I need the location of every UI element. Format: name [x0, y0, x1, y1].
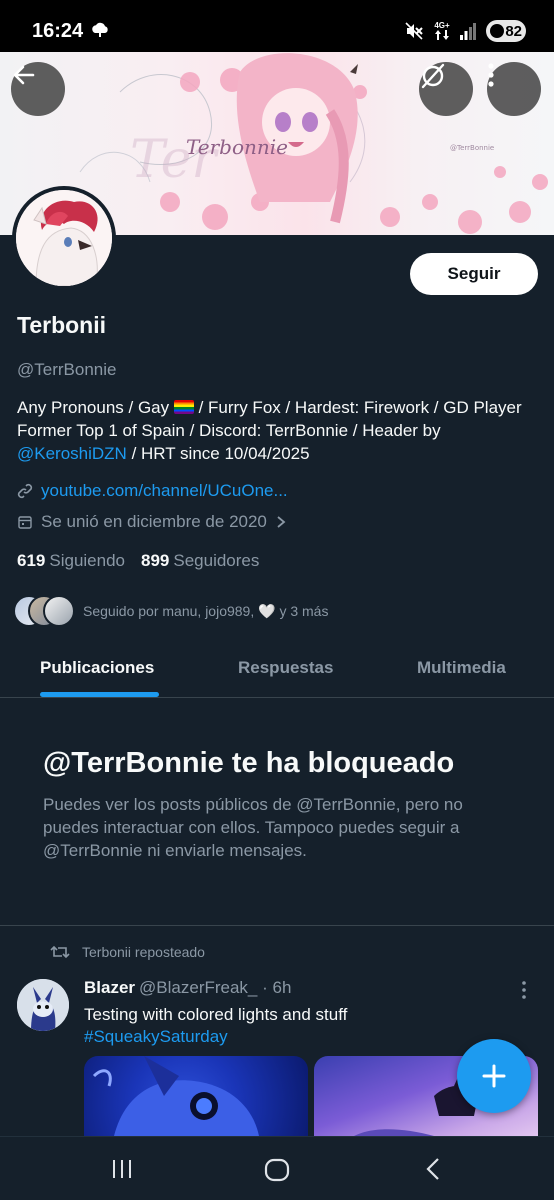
system-nav-bar [0, 1136, 554, 1200]
followed-by-text: Seguido por manu, jojo989, 🤍 y 3 más [83, 602, 329, 619]
repost-icon [50, 945, 70, 959]
battery-saver-icon [490, 24, 504, 38]
link-icon [17, 483, 33, 499]
tweet-time: · 6h [262, 978, 292, 997]
tweet-body: Testing with colored lights and stuff [84, 1005, 348, 1024]
grok-button[interactable] [419, 62, 473, 116]
profile-name: Terbonii [17, 312, 107, 338]
tweet-header: Blazer @BlazerFreak_ · 6h [84, 978, 291, 998]
followers-link[interactable]: 899 Seguidores [141, 551, 259, 571]
home-icon[interactable] [264, 1157, 290, 1183]
battery-icon: 82 [486, 20, 526, 42]
profile-avatar[interactable] [12, 186, 116, 290]
tab-media[interactable]: Multimedia [417, 658, 506, 678]
status-time: 16:24 [32, 20, 84, 42]
repost-label: Terbonii reposteado [82, 944, 205, 960]
more-vertical-icon [488, 63, 494, 87]
network-label: 4G+ [434, 21, 450, 30]
cloud-icon [92, 22, 108, 37]
joined-text: Se unió en diciembre de 2020 [41, 512, 267, 531]
profile-bio: Any Pronouns / Gay / Furry Fox / Hardest… [17, 396, 537, 465]
tweet-media-1[interactable] [84, 1056, 308, 1136]
rainbow-flag-icon [173, 400, 194, 414]
profile-handle: @TerrBonnie [17, 360, 117, 379]
plus-icon [482, 1064, 506, 1088]
followed-by-row[interactable]: Seguido por manu, jojo989, 🤍 y 3 más [13, 595, 328, 627]
battery-level: 82 [505, 22, 522, 40]
tab-replies[interactable]: Respuestas [238, 658, 333, 678]
followers-count: 899 [141, 551, 170, 570]
status-right: 4G+ 82 [404, 20, 526, 42]
slash-circle-icon [421, 63, 445, 89]
tweet-author-avatar[interactable] [17, 979, 69, 1031]
tab-posts[interactable]: Publicaciones [40, 658, 154, 678]
tweet-hashtag[interactable]: #SqueakySaturday [84, 1026, 524, 1048]
calendar-icon [18, 516, 32, 529]
bio-text-3: / HRT since 10/04/2025 [126, 444, 310, 463]
profile-tabs: Publicaciones Respuestas Multimedia [0, 638, 554, 698]
recents-icon[interactable] [110, 1157, 134, 1181]
compose-button[interactable] [457, 1039, 531, 1113]
mute-icon [405, 22, 423, 40]
divider [0, 925, 554, 926]
website-link[interactable]: youtube.com/channel/UCuOne... [41, 481, 288, 501]
status-bar: 16:24 4G+ 82 [0, 0, 554, 52]
network-icon: 4G+ [434, 22, 450, 40]
blocked-description: Puedes ver los posts públicos de @TerrBo… [43, 795, 463, 860]
followed-by-avatars [13, 595, 75, 627]
tweet-text: Testing with colored lights and stuff #S… [84, 1004, 524, 1048]
bio-text-1: Any Pronouns / Gay [17, 398, 174, 417]
back-nav-icon[interactable] [424, 1157, 442, 1181]
banner-title-text: Terbonnie [186, 135, 288, 159]
tweet-more-icon[interactable] [520, 980, 528, 1000]
following-label: Siguiendo [49, 551, 125, 570]
arrow-left-icon [13, 65, 35, 85]
profile-website[interactable]: youtube.com/channel/UCuOne... [17, 481, 288, 501]
banner-handle-text: @TerrBonnie [450, 144, 494, 152]
follower-avatar [43, 595, 75, 627]
following-link[interactable]: 619 Siguiendo [17, 551, 125, 571]
chevron-right-icon [277, 516, 286, 528]
signal-icon [460, 23, 476, 40]
repost-indicator: Terbonii reposteado [50, 944, 205, 960]
media-image-1 [92, 1056, 259, 1136]
active-tab-indicator [40, 692, 159, 697]
back-button[interactable] [11, 62, 65, 116]
author-avatar-image [17, 979, 69, 1031]
tweet-author-handle[interactable]: @BlazerFreak_ [139, 978, 257, 997]
followers-label: Seguidores [173, 551, 260, 570]
blocked-title: @TerrBonnie te ha bloqueado [43, 747, 455, 779]
follow-counts: 619 Siguiendo 899 Seguidores [17, 551, 259, 571]
more-options-button[interactable] [487, 62, 541, 116]
follow-button[interactable]: Seguir [410, 253, 538, 295]
tweet-author-name[interactable]: Blazer [84, 978, 135, 997]
profile-joined[interactable]: Se unió en diciembre de 2020 [17, 512, 287, 532]
avatar-image [16, 190, 112, 286]
following-count: 619 [17, 551, 46, 570]
bio-mention-link[interactable]: @KeroshiDZN [17, 444, 127, 463]
